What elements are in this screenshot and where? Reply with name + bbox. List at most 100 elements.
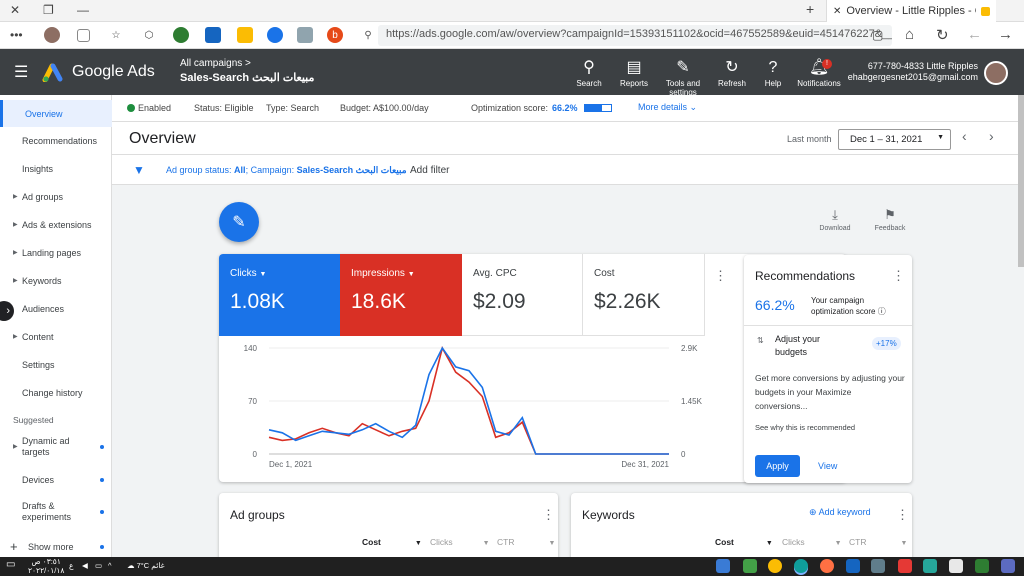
extension-b-icon[interactable]: b bbox=[327, 27, 343, 43]
site-info-icon[interactable]: ⚲ bbox=[360, 27, 376, 43]
home-icon[interactable]: ⌂ bbox=[905, 26, 914, 43]
add-keyword-button[interactable]: ⊕ Add keyword bbox=[809, 507, 871, 518]
column-header-cost[interactable]: Cost ▼ bbox=[362, 537, 422, 547]
sidebar-item-keywords[interactable]: ▶ Keywords bbox=[0, 267, 112, 294]
column-header-cost[interactable]: Cost ▼ bbox=[715, 537, 773, 547]
sidebar-item-settings[interactable]: Settings bbox=[0, 351, 112, 378]
back-icon[interactable]: → bbox=[998, 26, 1013, 43]
sidebar-item-dynamic-ad-targets[interactable]: ▶ Dynamic ad targets bbox=[0, 433, 112, 461]
sidebar-item-devices[interactable]: Devices bbox=[0, 466, 112, 493]
browser-tab[interactable]: ✕ Overview - Little Ripples - Goog bbox=[826, 0, 996, 22]
sidebar-item-ad-groups[interactable]: ▶ Ad groups bbox=[0, 183, 112, 210]
column-header-clicks[interactable]: Clicks ▼ bbox=[782, 537, 842, 547]
restore-window-icon[interactable]: ❐ bbox=[43, 3, 54, 17]
account-avatar[interactable] bbox=[984, 61, 1008, 85]
taskbar-app-icon[interactable] bbox=[743, 559, 757, 573]
more-details-link[interactable]: More details ⌄ bbox=[638, 102, 697, 113]
sidebar-item-landing-pages[interactable]: ▶ Landing pages bbox=[0, 239, 112, 266]
extensions-icon[interactable]: ⬡ bbox=[141, 27, 157, 43]
taskbar-app-icon[interactable] bbox=[898, 559, 912, 573]
add-filter-button[interactable]: Add filter bbox=[410, 165, 449, 176]
date-range-picker[interactable]: Dec 1 – 31, 2021 ▼ bbox=[838, 129, 951, 150]
sidebar-item-audiences[interactable]: Audiences bbox=[0, 295, 112, 322]
taskbar-app-icon[interactable] bbox=[923, 559, 937, 573]
weather-widget[interactable]: ☁ 7°C غائم bbox=[127, 561, 165, 570]
active-filter-chip[interactable]: Ad group status: All; Campaign: Sales-Se… bbox=[166, 165, 407, 176]
taskbar-app-icon[interactable] bbox=[949, 559, 963, 573]
sidebar-item-insights[interactable]: Insights bbox=[0, 155, 112, 182]
column-header-ctr[interactable]: CTR ▼ bbox=[497, 537, 555, 547]
metric-cost[interactable]: Cost $2.26K bbox=[583, 254, 705, 336]
metric-clicks[interactable]: Clicks ▼ 1.08K bbox=[219, 254, 340, 336]
notification-center-icon[interactable]: ▭ bbox=[6, 559, 15, 570]
clock[interactable]: ٠٣:٥١ ص ٢٠٢٢/٠١/١٨ bbox=[28, 557, 64, 575]
download-button[interactable]: ⤓ Download bbox=[815, 207, 855, 232]
reload-icon[interactable]: ↻ bbox=[936, 26, 949, 44]
minimize-window-icon[interactable]: — bbox=[77, 3, 89, 17]
speaker-icon[interactable]: ◀ bbox=[82, 561, 88, 570]
more-vert-icon[interactable]: ⋮ bbox=[542, 507, 555, 523]
sidebar-item-recommendations[interactable]: Recommendations bbox=[0, 127, 112, 154]
sidebar-item-ads-extensions[interactable]: ▶ Ads & extensions bbox=[0, 211, 112, 238]
browser-toolbar: ••• ☆ ⬡ b ⚲ https://ads.google.com/aw/ov… bbox=[0, 22, 1024, 49]
apply-button[interactable]: Apply bbox=[755, 455, 800, 477]
metric-avg-cpc[interactable]: Avg. CPC $2.09 bbox=[462, 254, 583, 336]
taskbar-app-icon[interactable] bbox=[716, 559, 730, 573]
view-button[interactable]: View bbox=[818, 461, 837, 471]
app-header: ☰ Google Ads All campaigns > Sales-Searc… bbox=[0, 49, 1024, 97]
show-more-button[interactable]: + Show more bbox=[0, 533, 112, 560]
taskbar-edge-icon[interactable] bbox=[794, 559, 808, 573]
taskbar-start-icon[interactable] bbox=[1001, 559, 1015, 573]
new-tab-icon[interactable]: + bbox=[806, 1, 814, 17]
sidebar-item-content[interactable]: ▶ Content bbox=[0, 323, 112, 350]
extension-file-icon[interactable] bbox=[237, 27, 253, 43]
taskbar-app-icon[interactable] bbox=[846, 559, 860, 573]
reports-tool-button[interactable]: ▤ Reports bbox=[607, 57, 661, 88]
breadcrumb-current[interactable]: Sales-Search مبيعات البحث bbox=[180, 71, 314, 84]
profile-avatar[interactable] bbox=[44, 27, 60, 43]
lock-icon[interactable]: ▢ bbox=[872, 28, 883, 42]
sidebar-item-change-history[interactable]: Change history bbox=[0, 379, 112, 406]
column-header-ctr[interactable]: CTR ▼ bbox=[849, 537, 907, 547]
account-info[interactable]: 677-780-4833 Little Ripples ehabgergesne… bbox=[838, 61, 978, 83]
forward-icon[interactable]: ← bbox=[967, 26, 982, 43]
sidebar-item-drafts-experiments[interactable]: Drafts & experiments bbox=[0, 498, 112, 526]
metric-impressions[interactable]: Impressions ▼ 18.6K bbox=[340, 254, 462, 336]
taskbar-app-icon[interactable] bbox=[975, 559, 989, 573]
extension-globe-icon[interactable] bbox=[173, 27, 189, 43]
close-window-icon[interactable]: ✕ bbox=[10, 3, 20, 17]
sidebar-item-overview[interactable]: Overview bbox=[0, 100, 112, 127]
previous-period-icon[interactable]: ‹ bbox=[962, 128, 967, 144]
why-recommended-link[interactable]: See why this is recommended bbox=[755, 423, 855, 432]
extension-translate-icon[interactable] bbox=[205, 27, 221, 43]
language-indicator[interactable]: ع bbox=[69, 561, 73, 570]
address-bar[interactable]: https://ads.google.com/aw/overview?campa… bbox=[378, 25, 892, 46]
more-vert-icon[interactable]: ⋮ bbox=[714, 268, 727, 284]
more-vert-icon[interactable]: ⋮ bbox=[896, 507, 909, 523]
more-icon[interactable]: ••• bbox=[10, 28, 23, 42]
google-ads-favicon-icon bbox=[981, 6, 991, 16]
network-icon[interactable]: ▭ bbox=[95, 561, 102, 570]
more-vert-icon[interactable]: ⋮ bbox=[892, 268, 905, 284]
extension-document-icon[interactable] bbox=[297, 27, 313, 43]
menu-icon[interactable]: ☰ bbox=[14, 62, 28, 82]
enabled-status[interactable]: Enabled bbox=[138, 103, 171, 113]
taskbar-chrome-icon[interactable] bbox=[768, 559, 782, 573]
next-period-icon[interactable]: › bbox=[989, 128, 994, 144]
tools-settings-button[interactable]: ✎ Tools and settings bbox=[656, 57, 710, 97]
column-header-clicks[interactable]: Clicks ▼ bbox=[430, 537, 490, 547]
tray-chevron-icon[interactable]: ^ bbox=[108, 561, 112, 570]
taskbar-app-icon[interactable] bbox=[871, 559, 885, 573]
close-tab-icon[interactable]: ✕ bbox=[833, 6, 841, 17]
extension-location-icon[interactable] bbox=[267, 27, 283, 43]
taskbar-firefox-icon[interactable] bbox=[820, 559, 834, 573]
help-icon[interactable]: ⓘ bbox=[878, 307, 886, 316]
scrollbar-thumb[interactable] bbox=[1018, 95, 1024, 267]
recommendation-title[interactable]: Adjust your budgets bbox=[775, 333, 845, 359]
filter-icon[interactable]: ▼ bbox=[133, 163, 145, 177]
feedback-button[interactable]: ⚑ Feedback bbox=[870, 207, 910, 232]
edit-fab-button[interactable]: ✎ bbox=[219, 202, 259, 242]
breadcrumb-parent[interactable]: All campaigns > bbox=[180, 58, 251, 69]
favorites-icon[interactable]: ☆ bbox=[108, 27, 124, 43]
collections-icon[interactable] bbox=[77, 29, 90, 42]
